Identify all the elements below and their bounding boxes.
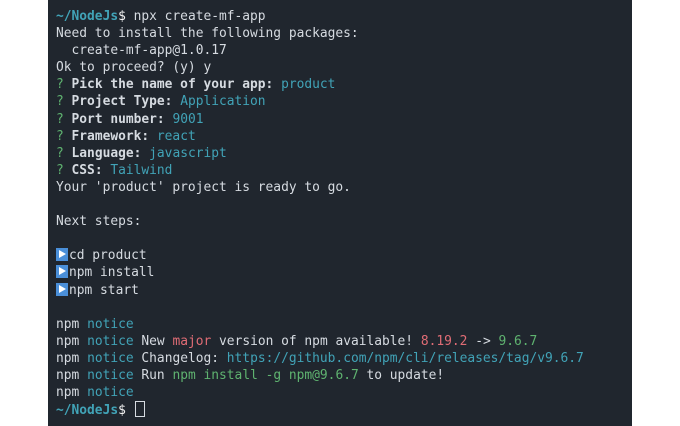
npm-prefix: npm — [56, 350, 80, 366]
prompt-line: ~/NodeJs$ npx create-mf-app — [56, 8, 632, 25]
npm-notice-line: npm notice Run npm install -g npm@9.6.7 … — [56, 367, 632, 384]
npm-prefix: npm — [56, 316, 80, 332]
notice-tag: notice — [87, 367, 134, 383]
npm-prefix: npm — [56, 385, 80, 401]
question-mark-icon: ? — [56, 111, 64, 127]
question-answer: product — [281, 77, 336, 93]
question-label: Language: — [71, 145, 142, 161]
prompt-symbol: $ — [118, 403, 126, 419]
run-suffix: to update! — [366, 367, 445, 383]
update-command: npm install -g npm@9.6.7 — [172, 367, 359, 383]
changelog-label: Changelog: — [141, 350, 220, 366]
major-text: major — [172, 333, 212, 349]
question-answer: Tailwind — [110, 162, 173, 178]
question-label: CSS: — [71, 162, 103, 178]
question-label: Framework: — [71, 128, 150, 144]
question-framework: ? Framework: react — [56, 128, 632, 145]
question-label: Pick the name of your app: — [71, 77, 274, 93]
notice-tag: notice — [87, 316, 134, 332]
question-answer: Application — [180, 94, 266, 110]
step-text: npm install — [69, 265, 155, 281]
old-version: 8.19.2 — [420, 333, 468, 349]
next-steps-heading: Next steps: — [56, 214, 142, 230]
notice-tag: notice — [87, 333, 134, 349]
step-text: npm start — [69, 282, 139, 298]
npm-prefix: npm — [56, 367, 80, 383]
npm-notice-line: npm notice — [56, 316, 632, 333]
block-cursor-icon — [134, 401, 145, 418]
play-arrow-icon — [56, 265, 68, 279]
question-mark-icon: ? — [56, 145, 64, 161]
npm-notice-line: npm notice Changelog: https://github.com… — [56, 350, 632, 367]
step-item: cd product — [56, 247, 632, 264]
step-item: npm start — [56, 282, 632, 299]
question-mark-icon: ? — [56, 77, 64, 93]
question-label: Project Type: — [71, 94, 173, 110]
proceed-prompt: Ok to proceed? (y) y — [56, 60, 212, 76]
question-label: Port number: — [71, 111, 165, 127]
changelog-link[interactable]: https://github.com/npm/cli/releases/tag/… — [227, 351, 584, 366]
prompt-path: ~/NodeJs — [56, 9, 119, 24]
prompt-path: ~/NodeJs — [56, 403, 119, 419]
question-project-type: ? Project Type: Application — [56, 93, 632, 110]
question-mark-icon: ? — [56, 162, 64, 178]
play-arrow-icon — [56, 248, 68, 262]
new-version: 9.6.7 — [498, 333, 538, 349]
question-port: ? Port number: 9001 — [56, 111, 632, 128]
question-language: ? Language: javascript — [56, 145, 632, 162]
step-text: cd product — [69, 248, 147, 264]
question-answer: react — [156, 128, 196, 144]
question-mark-icon: ? — [56, 94, 64, 110]
prompt-symbol: $ — [118, 9, 126, 24]
notice-tag: notice — [87, 385, 134, 401]
question-answer: 9001 — [172, 111, 204, 127]
npm-notice-line: npm notice New major version of npm avai… — [56, 333, 632, 350]
question-mark-icon: ? — [56, 128, 64, 144]
version-text: version of npm available! — [219, 333, 414, 349]
step-item: npm install — [56, 264, 632, 281]
question-css: ? CSS: Tailwind — [56, 162, 632, 179]
install-message: Need to install the following packages: — [56, 26, 359, 42]
package-name: create-mf-app@1.0.17 — [56, 43, 227, 59]
play-arrow-icon — [56, 282, 68, 296]
notice-tag: notice — [87, 350, 134, 366]
question-app-name: ? Pick the name of your app: product — [56, 76, 632, 93]
npm-notice-line: npm notice — [56, 384, 632, 401]
ready-message: Your 'product' project is ready to go. — [56, 179, 351, 195]
new-text: New — [141, 333, 165, 349]
final-prompt-line[interactable]: ~/NodeJs$ — [56, 401, 632, 418]
npm-prefix: npm — [56, 333, 80, 349]
question-answer: javascript — [149, 145, 227, 161]
arrow-text: -> — [475, 333, 491, 349]
command-text: npx create-mf-app — [125, 9, 266, 24]
run-label: Run — [141, 367, 165, 383]
terminal-window[interactable]: ~/NodeJs$ npx create-mf-app Need to inst… — [48, 0, 632, 426]
